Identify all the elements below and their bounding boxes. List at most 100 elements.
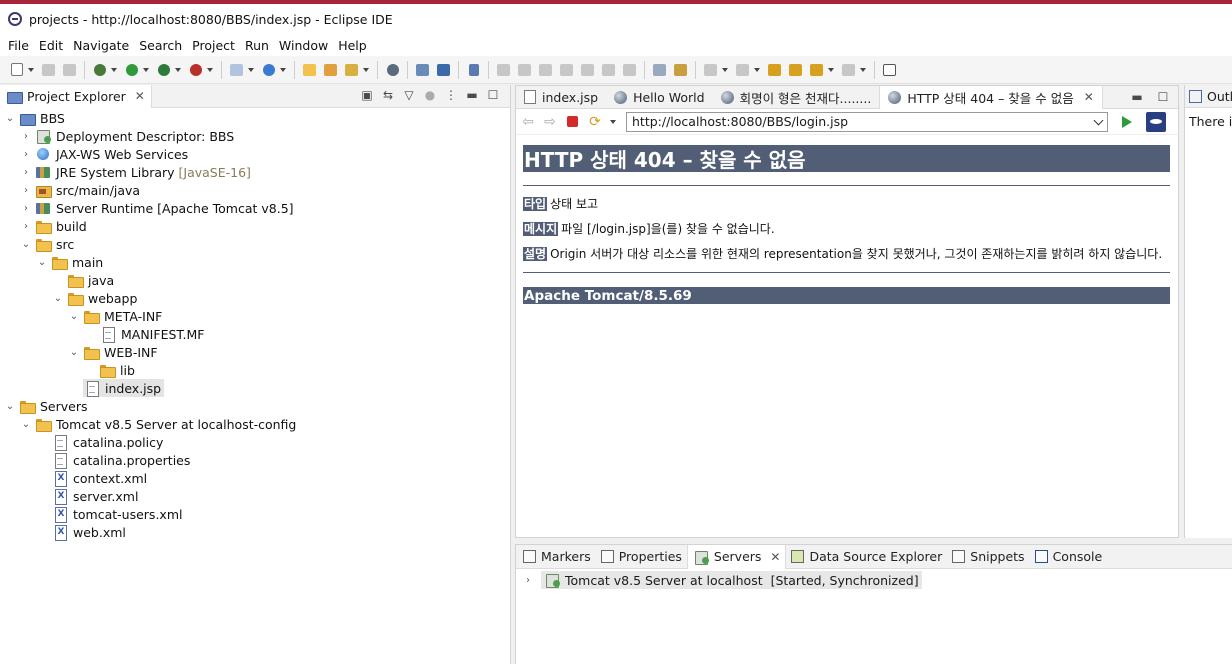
save-all-icon[interactable]	[61, 61, 78, 78]
forward-icon[interactable]	[840, 61, 857, 78]
previous-annotation-dropdown-icon[interactable]	[753, 61, 761, 78]
filter-icon[interactable]: ▽	[402, 88, 416, 102]
refresh-dropdown-icon[interactable]	[609, 113, 617, 130]
server-row[interactable]: › Tomcat v8.5 Server at localhost [Start…	[516, 570, 1232, 590]
tree-item-web-inf[interactable]: ⌄ WEB-INF	[68, 343, 158, 361]
tab-http-404[interactable]: HTTP 상태 404 – 찾을 수 없음 ✕	[879, 85, 1103, 109]
forward-dropdown-icon[interactable]	[859, 61, 867, 78]
menu-window[interactable]: Window	[274, 38, 333, 53]
expand-chevron-icon[interactable]: ⌄	[20, 235, 32, 253]
resume-icon[interactable]	[495, 61, 512, 78]
collapsed-chevron-icon[interactable]: ›	[20, 163, 32, 181]
collapsed-chevron-icon[interactable]: ›	[522, 571, 534, 589]
tab-project-explorer[interactable]: Project Explorer ✕	[0, 84, 152, 108]
menu-run[interactable]: Run	[240, 38, 274, 53]
maximize-icon[interactable]: ☐	[1156, 90, 1170, 104]
tree-item-manifest[interactable]: MANIFEST.MF	[100, 325, 205, 343]
collapse-all-icon[interactable]: ▣	[360, 88, 374, 102]
debug-icon[interactable]	[91, 61, 108, 78]
tree-item-catalina-properties[interactable]: catalina.properties	[52, 451, 190, 469]
forward-arrow-icon[interactable]: ⇨	[542, 114, 558, 130]
menu-edit[interactable]: Edit	[34, 38, 68, 53]
tab-markers[interactable]: Markers	[518, 545, 596, 569]
expand-chevron-icon[interactable]: ⌄	[52, 289, 64, 307]
previous-annotation-icon[interactable]	[734, 61, 751, 78]
stop-icon[interactable]	[567, 116, 578, 127]
back-arrow-icon[interactable]: ⇦	[520, 114, 536, 130]
collapsed-chevron-icon[interactable]: ›	[20, 217, 32, 235]
maximize-icon[interactable]: ☐	[486, 88, 500, 102]
tab-hello-world[interactable]: Hello World	[606, 86, 712, 109]
tab-snippets[interactable]: Snippets	[947, 545, 1029, 569]
tree-item-jre-library[interactable]: › JRE System Library [JavaSE-16]	[20, 163, 251, 181]
step-into-icon[interactable]	[579, 61, 596, 78]
tab-properties[interactable]: Properties	[596, 545, 687, 569]
menu-navigate[interactable]: Navigate	[68, 38, 134, 53]
task-icon[interactable]	[414, 61, 431, 78]
run-dropdown-icon[interactable]	[142, 61, 150, 78]
collapsed-chevron-icon[interactable]: ›	[20, 145, 32, 163]
collapsed-chevron-icon[interactable]: ›	[20, 181, 32, 199]
suspend-icon[interactable]	[516, 61, 533, 78]
word-wrap-icon[interactable]	[672, 61, 689, 78]
close-icon[interactable]: ✕	[770, 551, 780, 563]
tree-item-server-xml[interactable]: server.xml	[52, 487, 138, 505]
tree-item-meta-inf[interactable]: ⌄ META-INF	[68, 307, 162, 325]
link-with-editor-icon[interactable]: ⇆	[381, 88, 395, 102]
go-icon[interactable]	[1122, 115, 1132, 128]
tab-index-jsp[interactable]: index.jsp	[516, 86, 606, 109]
step-over-icon[interactable]	[600, 61, 617, 78]
new-icon[interactable]	[8, 61, 25, 78]
tab-data-source-explorer[interactable]: Data Source Explorer	[786, 545, 947, 569]
search-dropdown-icon[interactable]	[362, 61, 370, 78]
new-server-icon[interactable]	[228, 61, 245, 78]
tree-item-lib[interactable]: lib	[84, 361, 135, 379]
web-service-icon[interactable]	[260, 61, 277, 78]
url-history-chevron-icon[interactable]	[1092, 116, 1104, 128]
new-dropdown-icon[interactable]	[27, 61, 35, 78]
step-return-icon[interactable]	[621, 61, 638, 78]
tree-item-servers[interactable]: ⌄ Servers	[4, 397, 88, 415]
browser-icon[interactable]	[384, 61, 401, 78]
close-icon[interactable]: ✕	[135, 90, 145, 102]
tab-korean-page[interactable]: 회명이 형은 천재다........	[713, 86, 880, 109]
open-folder-icon[interactable]	[301, 61, 318, 78]
debug-dropdown-icon[interactable]	[110, 61, 118, 78]
collapsed-chevron-icon[interactable]: ›	[20, 199, 32, 217]
tree-item-web-xml[interactable]: web.xml	[52, 523, 126, 541]
tree-item-tomcat-config[interactable]: ⌄ Tomcat v8.5 Server at localhost-config	[20, 415, 296, 433]
expand-chevron-icon[interactable]: ⌄	[68, 343, 80, 361]
coverage-icon[interactable]	[155, 61, 172, 78]
tree-item-server-runtime[interactable]: › Server Runtime [Apache Tomcat v8.5]	[20, 199, 294, 217]
focus-on-task-icon[interactable]: ●	[423, 88, 437, 102]
tree-item-context-xml[interactable]: context.xml	[52, 469, 147, 487]
expand-chevron-icon[interactable]: ⌄	[20, 415, 32, 433]
refresh-icon[interactable]: ⟳	[587, 114, 603, 130]
menu-project[interactable]: Project	[187, 38, 240, 53]
tree-item-catalina-policy[interactable]: catalina.policy	[52, 433, 163, 451]
tree-item-tomcat-users-xml[interactable]: tomcat-users.xml	[52, 505, 182, 523]
server-entry[interactable]: Tomcat v8.5 Server at localhost [Started…	[541, 571, 922, 589]
minimize-icon[interactable]: ▬	[1130, 90, 1144, 104]
expand-chevron-icon[interactable]: ⌄	[4, 109, 16, 127]
tab-outline[interactable]: Outli	[1185, 85, 1232, 108]
open-type-icon[interactable]	[322, 61, 339, 78]
menu-file[interactable]: File	[3, 38, 34, 53]
menu-help[interactable]: Help	[333, 38, 372, 53]
tab-servers[interactable]: Servers ✕	[686, 544, 787, 569]
forward-edit-icon[interactable]	[787, 61, 804, 78]
tree-item-webapp[interactable]: ⌄ webapp	[52, 289, 137, 307]
coverage-dropdown-icon[interactable]	[174, 61, 182, 78]
open-perspective-icon[interactable]	[881, 61, 898, 78]
next-annotation-dropdown-icon[interactable]	[721, 61, 729, 78]
disconnect-icon[interactable]	[558, 61, 575, 78]
minimize-icon[interactable]: ▬	[465, 88, 479, 102]
expand-chevron-icon[interactable]: ⌄	[68, 307, 80, 325]
back-icon[interactable]	[808, 61, 825, 78]
search-tool-icon[interactable]	[343, 61, 360, 78]
tree-item-index-jsp[interactable]: index.jsp	[83, 379, 165, 397]
close-icon[interactable]: ✕	[1084, 91, 1094, 103]
url-input[interactable]: http://localhost:8080/BBS/login.jsp	[626, 111, 1108, 132]
last-edit-location-icon[interactable]	[766, 61, 783, 78]
back-dropdown-icon[interactable]	[827, 61, 835, 78]
